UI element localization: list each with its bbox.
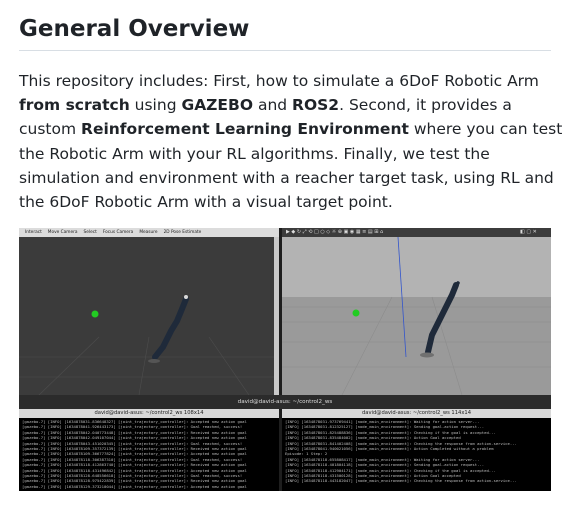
terminal-right: david@david-asus: ~/control2_ws 114x14 [… [282,409,551,491]
terminal-left: david@david-asus: ~/control2_ws 108x14 [… [19,409,279,491]
demo-screenshot: Interact Move Camera Select Focus Camera… [19,228,551,491]
terminal-right-title: david@david-asus: ~/control2_ws 114x14 [282,409,551,418]
terminal-line: [gazebo-7] [INFO] [1634878118.412863740]… [22,462,247,468]
gazebo-toolbar: ▶ ◆ ↻ ⤢ ⟲ □ ○ ◇ ☼ ⊕ ▣ ◉ ▦ ≡ ▤ ⊞ ⌂ ◧ ▢ ✕ [282,228,551,237]
rviz-view: Interact Move Camera Select Focus Camera… [19,228,279,395]
terminal-line: [gazebo-7] [INFO] [1634878042.049107044]… [22,435,247,441]
rviz-target-point [91,310,99,318]
rviz-tool-interact: Interact [25,230,42,235]
rviz-side-panel [274,237,279,395]
terminal-line: [INFO] [1634878118.443182047] [node_main… [285,478,517,484]
rviz-tool-2d-pose: 2D Pose Estimate [163,230,202,235]
gazebo-scene [282,237,551,395]
gazebo-target-point [352,309,360,317]
terminal-left-title: david@david-asus: ~/control2_ws 108x14 [19,409,279,418]
rviz-tool-focus-camera: Focus Camera [102,230,134,235]
overview-paragraph: This repository includes: First, how to … [19,72,563,212]
rviz-tool-move-camera: Move Camera [47,230,78,235]
gazebo-view: ▶ ◆ ↻ ⤢ ⟲ □ ○ ◇ ☼ ⊕ ▣ ◉ ▦ ≡ ▤ ⊞ ⌂ ◧ ▢ ✕ [282,228,551,395]
rviz-tool-select: Select [83,230,97,235]
rviz-tool-measure: Measure [139,230,158,235]
terminal-window-title: david@david-asus: ~/control2_ws [19,395,551,409]
terminal-right-output: [INFO] [1634878031.973769441] [node_main… [282,418,551,485]
terminal-left-output: [gazebo-7] [INFO] [1634878031.836648327]… [19,418,279,490]
section-heading: General Overview [19,14,551,51]
rviz-scene [19,237,274,395]
terminal-line: [gazebo-7] [INFO] [1634878129.373210044]… [22,483,247,489]
